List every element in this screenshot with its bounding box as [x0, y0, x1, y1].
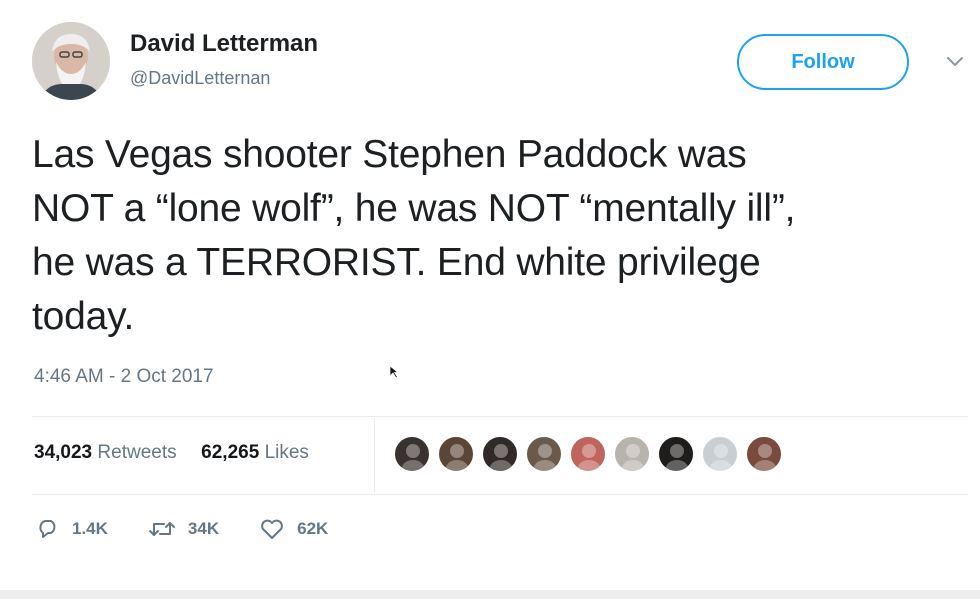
follow-button[interactable]: Follow [737, 34, 909, 90]
author-handle[interactable]: @DavidLetternan [130, 68, 270, 89]
reply-count: 1.4K [72, 519, 108, 538]
tweet-line: NOT a “lone wolf”, he was NOT “mentally … [32, 187, 796, 230]
mouse-cursor-icon [388, 365, 400, 379]
liker-avatar[interactable] [482, 436, 518, 472]
liker-avatar[interactable] [658, 436, 694, 472]
divider [32, 494, 968, 495]
retweets-label: Retweets [97, 442, 177, 463]
divider [32, 416, 968, 417]
like-button[interactable]: 62K [259, 518, 328, 540]
liker-avatar[interactable] [570, 436, 606, 472]
tweet-line: Las Vegas shooter Stephen Paddock was [32, 133, 747, 176]
retweet-count: 34K [187, 519, 220, 538]
liker-avatar[interactable] [746, 436, 782, 472]
heart-icon [261, 519, 283, 539]
likes-label: Likes [264, 442, 309, 463]
liker-avatar[interactable] [438, 436, 474, 472]
liker-avatar[interactable] [702, 436, 738, 472]
engagement-stats: 34,023 Retweets 62,265 Likes [34, 442, 309, 464]
reply-icon [39, 520, 56, 538]
liker-avatar[interactable] [526, 436, 562, 472]
tweet-card: David Letterman @DavidLetternan Follow L… [0, 0, 980, 590]
liker-avatar[interactable] [614, 436, 650, 472]
tweet-line: today. [32, 295, 135, 338]
likes-count: 62,265 [201, 442, 260, 463]
reply-button[interactable]: 1.4K [36, 518, 108, 540]
chevron-down-icon[interactable] [944, 52, 966, 70]
retweet-button[interactable]: 34K [148, 518, 219, 540]
avatar-image [32, 22, 110, 100]
likes-stat[interactable]: 62,265 Likes [201, 442, 309, 463]
like-count: 62K [297, 519, 329, 538]
avatar[interactable] [32, 22, 110, 100]
retweet-icon [148, 522, 175, 536]
tweet-line: he was a TERRORIST. End white privilege [32, 241, 761, 284]
liker-avatars [394, 436, 790, 472]
stats-separator [374, 418, 375, 492]
tweet-text: Las Vegas shooter Stephen Paddock was NO… [32, 128, 962, 344]
retweets-stat[interactable]: 34,023 Retweets [34, 442, 182, 463]
tweet-timestamp[interactable]: 4:46 AM - 2 Oct 2017 [34, 366, 214, 388]
retweets-count: 34,023 [34, 442, 93, 463]
page-bottom-strip [0, 590, 980, 599]
tweet-actions: 1.4K 34K 62K [36, 518, 368, 540]
author-name[interactable]: David Letterman [130, 30, 318, 58]
liker-avatar[interactable] [394, 436, 430, 472]
